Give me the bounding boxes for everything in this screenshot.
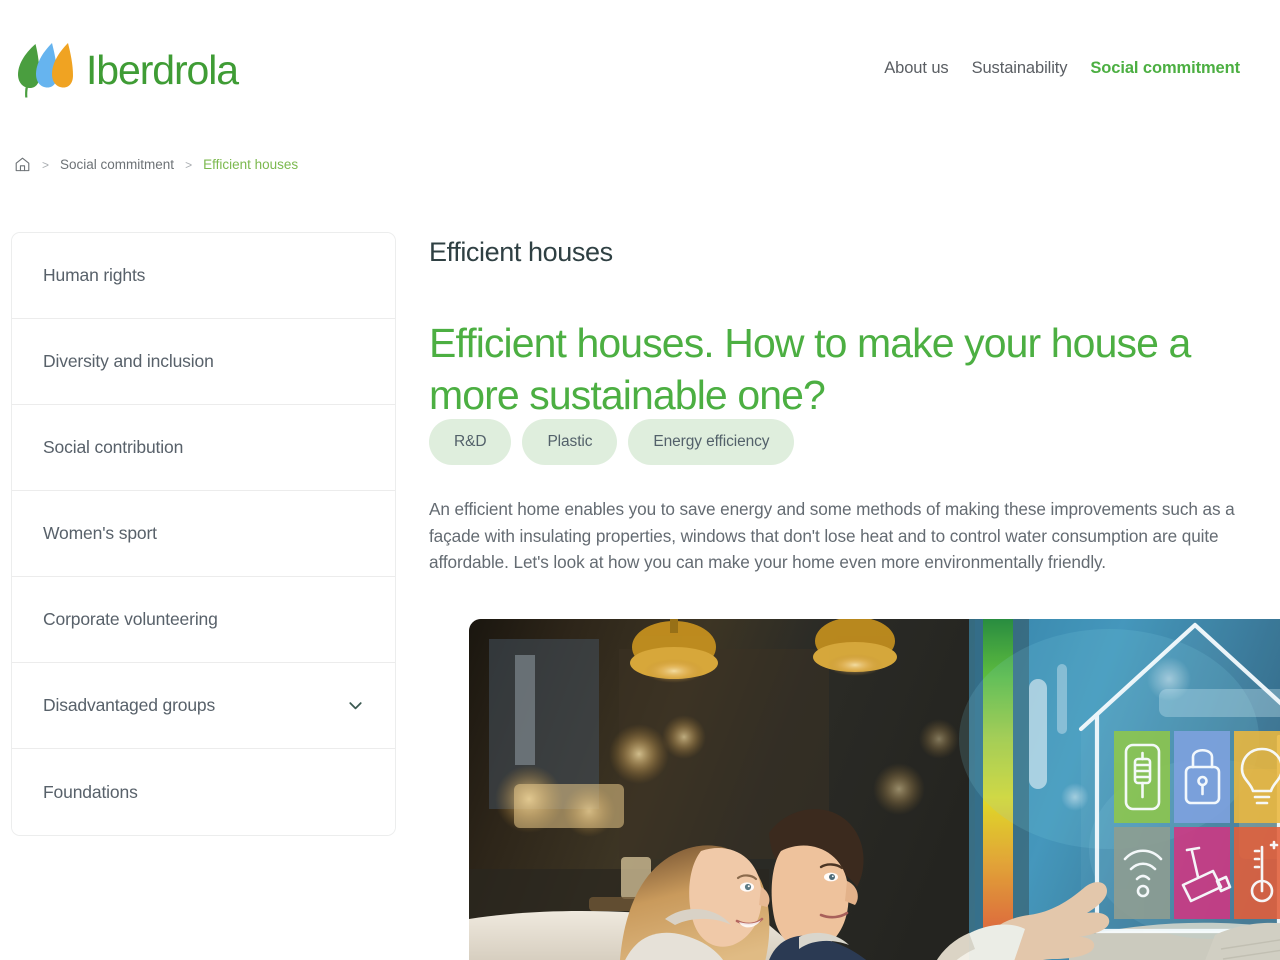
tag-energy-efficiency[interactable]: Energy efficiency: [628, 419, 795, 465]
sidebar-item-human-rights[interactable]: Human rights: [12, 233, 395, 319]
sidebar-item-label: Diversity and inclusion: [43, 351, 214, 371]
article-tag-list: R&D Plastic Energy efficiency: [429, 419, 795, 465]
sidebar-item-label: Social contribution: [43, 437, 184, 457]
tag-plastic[interactable]: Plastic: [522, 419, 618, 465]
home-icon: [15, 157, 30, 172]
sidebar-item-label: Corporate volunteering: [43, 609, 218, 629]
breadcrumb-item-efficient-houses: Efficient houses: [203, 157, 299, 172]
nav-item-social-commitment[interactable]: Social commitment: [1090, 59, 1240, 78]
hero-illustration: [469, 619, 1280, 960]
nav-item-about-us[interactable]: About us: [884, 59, 948, 78]
section-sidebar-nav: Human rights Diversity and inclusion Soc…: [11, 232, 396, 836]
breadcrumb-separator-1: >: [42, 157, 50, 172]
sidebar-item-label: Women's sport: [43, 523, 157, 543]
sidebar-item-label: Foundations: [43, 781, 138, 802]
page-title: Efficient houses. How to make your house…: [429, 320, 1191, 418]
logo-wordmark: Iberdrola: [86, 46, 239, 93]
page-root: Iberdrola About us Sustainability Social…: [0, 0, 1280, 960]
sidebar-item-label: Disadvantaged groups: [43, 695, 216, 715]
breadcrumb-home-link[interactable]: [14, 156, 31, 173]
sidebar-item-social-contribution[interactable]: Social contribution: [12, 405, 395, 491]
sidebar-item-disadvantaged-groups[interactable]: Disadvantaged groups: [12, 663, 395, 749]
sidebar-item-label: Human rights: [43, 265, 146, 285]
article-hero-image: [469, 619, 1280, 960]
chevron-down-icon[interactable]: [346, 696, 365, 715]
iberdrola-logo[interactable]: Iberdrola: [14, 41, 239, 99]
site-header: Iberdrola About us Sustainability Social…: [0, 0, 1280, 140]
article-lede: An efficient home enables you to save en…: [429, 499, 1235, 573]
sidebar-item-corporate-volunteering[interactable]: Corporate volunteering: [12, 577, 395, 663]
nav-item-sustainability[interactable]: Sustainability: [972, 59, 1068, 78]
sidebar-item-womens-sport[interactable]: Women's sport: [12, 491, 395, 577]
breadcrumb-item-social-commitment[interactable]: Social commitment: [60, 157, 174, 172]
tag-rd[interactable]: R&D: [429, 419, 512, 465]
main-nav: About us Sustainability Social commitmen…: [884, 59, 1240, 82]
breadcrumb-separator-2: >: [185, 157, 193, 172]
sidebar-item-diversity-and-inclusion[interactable]: Diversity and inclusion: [12, 319, 395, 405]
article-eyebrow: Efficient houses: [429, 237, 613, 267]
breadcrumb: > Social commitment > Efficient houses: [14, 156, 298, 173]
iberdrola-leaf-droplets-logo-icon: [18, 43, 73, 98]
sidebar-item-foundations[interactable]: Foundations: [12, 749, 395, 835]
